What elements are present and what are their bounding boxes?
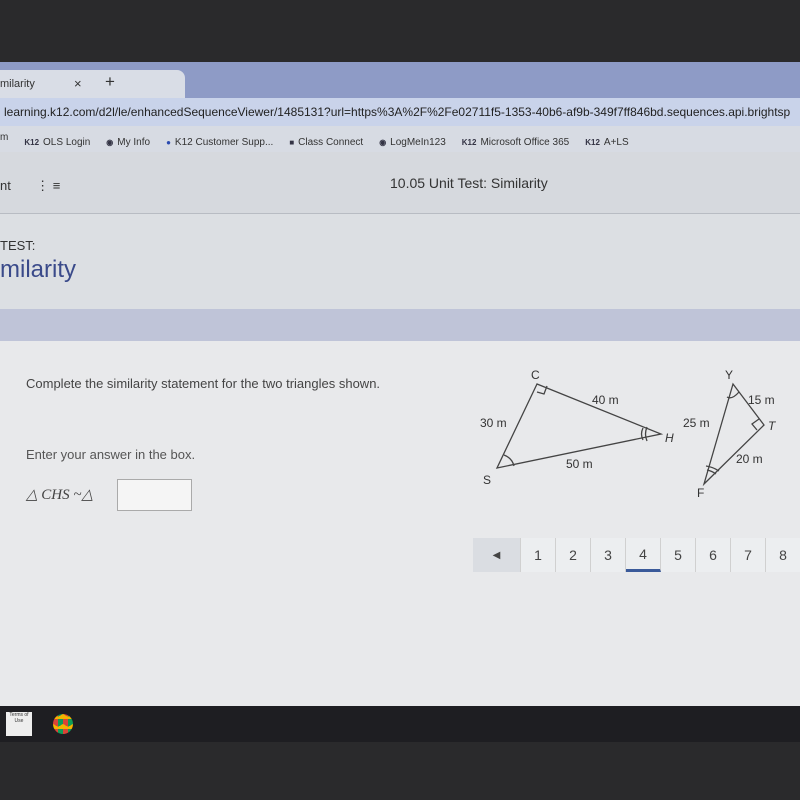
angle-mark-f — [705, 465, 720, 475]
page-8[interactable]: 8 — [766, 538, 800, 572]
chrome-icon[interactable] — [53, 714, 73, 734]
side-yt: 15 m — [748, 393, 775, 407]
side-cs: 30 m — [480, 416, 507, 430]
right-angle-mark-t — [751, 418, 760, 431]
vertex-h: H — [665, 431, 674, 445]
page-6[interactable]: 6 — [696, 538, 731, 572]
vertex-c: C — [531, 368, 540, 382]
vertex-s: S — [483, 473, 491, 487]
side-tf: 20 m — [736, 452, 763, 466]
page-2[interactable]: 2 — [556, 538, 591, 572]
side-yf: 25 m — [683, 416, 710, 430]
terms-of-use-icon[interactable]: Terms of Use — [6, 712, 32, 736]
prev-button[interactable]: ◀ — [473, 538, 521, 572]
vertex-t: T — [768, 419, 777, 433]
side-ch: 40 m — [592, 393, 619, 407]
triangle-chs — [495, 383, 664, 469]
page-1[interactable]: 1 — [521, 538, 556, 572]
taskbar — [0, 706, 800, 742]
triangles-figure: C S H 30 m 40 m 50 m Y T F 15 m 25 m 20 … — [480, 368, 777, 500]
vertex-y: Y — [725, 368, 733, 382]
page-4[interactable]: 4 — [626, 538, 661, 572]
vertex-f: F — [697, 486, 704, 500]
page-5[interactable]: 5 — [661, 538, 696, 572]
page-7[interactable]: 7 — [731, 538, 766, 572]
page-3[interactable]: 3 — [591, 538, 626, 572]
question-pager: ◀ 1 2 3 4 5 6 7 8 — [473, 538, 800, 572]
angle-mark-h — [640, 426, 648, 442]
side-sh: 50 m — [566, 457, 593, 471]
